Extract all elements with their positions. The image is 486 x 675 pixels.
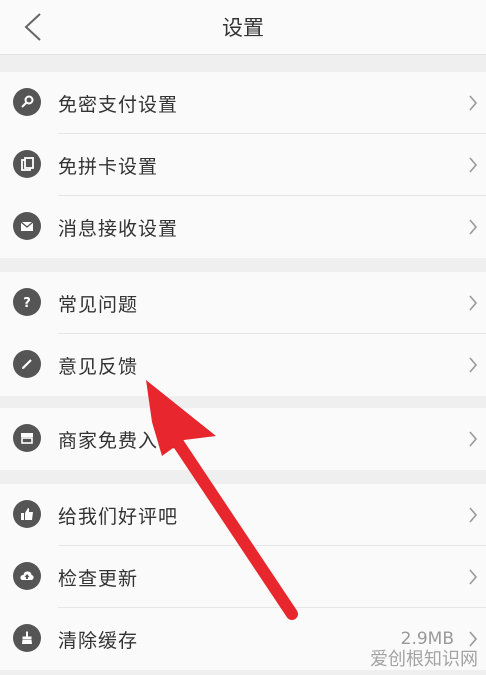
- settings-row-label: 免拼卡设置: [58, 155, 159, 178]
- settings-row-label: 常见问题: [58, 293, 139, 316]
- settings-row-label: 商家免费入驻: [58, 429, 179, 452]
- pencil-icon: [13, 350, 41, 378]
- watermark-text: 爱创根知识网: [370, 649, 478, 670]
- chevron-right-icon: [469, 219, 478, 235]
- settings-row-label: 检查更新: [58, 567, 139, 590]
- settings-group-payment: 免密支付设置 免拼卡设置 消息接收设置: [0, 72, 486, 258]
- thumbs-up-icon: [13, 500, 41, 528]
- settings-row-label: 意见反馈: [58, 355, 139, 378]
- settings-row-password-free-payment[interactable]: 免密支付设置: [0, 72, 486, 134]
- chevron-right-icon: [469, 431, 478, 447]
- cloud-upload-icon: [13, 562, 41, 590]
- chevron-right-icon: [469, 295, 478, 311]
- settings-row-label: 清除缓存: [58, 629, 139, 652]
- chevron-right-icon: [469, 569, 478, 585]
- chevron-right-icon: [469, 357, 478, 373]
- mail-icon: [13, 212, 41, 240]
- settings-group-app: 给我们好评吧 检查更新 清除缓存 2.9MB: [0, 484, 486, 670]
- settings-group-help: ? 常见问题 意见反馈: [0, 272, 486, 396]
- settings-row-label: 消息接收设置: [58, 217, 179, 240]
- settings-row-group-card[interactable]: 免拼卡设置: [0, 134, 486, 196]
- question-icon: ?: [13, 288, 41, 316]
- settings-group-merchant: 商家免费入驻: [0, 408, 486, 470]
- svg-text:?: ?: [23, 296, 31, 310]
- header-bar: 设置: [0, 0, 486, 55]
- settings-row-faq[interactable]: ? 常见问题: [0, 272, 486, 334]
- broom-icon: [13, 624, 41, 652]
- page-title: 设置: [222, 16, 264, 40]
- chevron-right-icon: [469, 507, 478, 523]
- settings-row-message[interactable]: 消息接收设置: [0, 196, 486, 258]
- settings-row-label: 给我们好评吧: [58, 505, 179, 528]
- chevron-right-icon: [469, 95, 478, 111]
- card-icon: [13, 150, 41, 178]
- chevron-right-icon: [469, 157, 478, 173]
- settings-row-check-update[interactable]: 检查更新: [0, 546, 486, 608]
- settings-row-label: 免密支付设置: [58, 93, 179, 116]
- key-icon: [13, 88, 41, 116]
- store-icon: [13, 424, 41, 452]
- settings-row-rate-us[interactable]: 给我们好评吧: [0, 484, 486, 546]
- settings-row-feedback[interactable]: 意见反馈: [0, 334, 486, 396]
- settings-row-merchant-join[interactable]: 商家免费入驻: [0, 408, 486, 470]
